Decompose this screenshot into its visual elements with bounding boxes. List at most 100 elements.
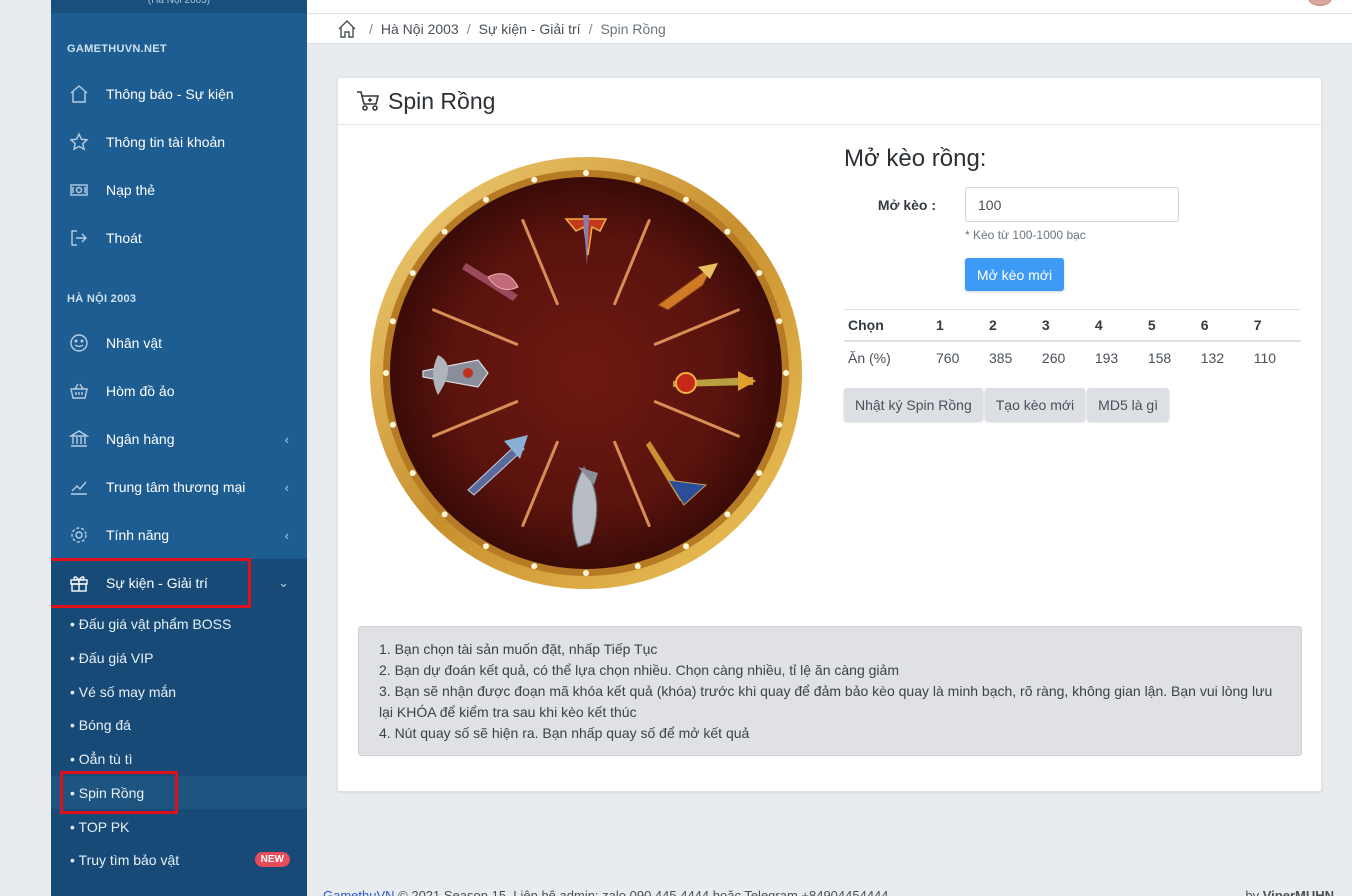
card-icon (68, 179, 90, 201)
rim-light (783, 370, 789, 376)
rim-light (389, 421, 396, 428)
rim-light (531, 176, 538, 183)
chart-icon (68, 476, 90, 498)
submenu-label: • Vé số may mắn (70, 683, 177, 700)
sidebar-item-label: Trung tâm thương mại (106, 479, 246, 495)
odds-header-cell: 4 (1090, 309, 1144, 342)
submenu-label: • Đấu giá VIP (70, 649, 154, 666)
rim-light (634, 563, 641, 570)
sidebar-item-events[interactable]: Sự kiện - Giải trí ⌄ (51, 559, 307, 607)
history-button[interactable]: Nhật ký Spin Rồng (844, 388, 983, 421)
rim-light (483, 196, 489, 203)
section-header-hanoi: HÀ NỘI 2003 (67, 293, 137, 305)
avatar[interactable] (1308, 0, 1332, 6)
submenu-item-vip-auction[interactable]: • Đấu giá VIP (51, 641, 307, 674)
rim-light (583, 170, 589, 176)
odds-header-cell: 5 (1143, 309, 1197, 342)
submenu-item-boss-auction[interactable]: • Đấu giá vật phẩm BOSS (51, 607, 307, 640)
sidebar-item-account[interactable]: Thông tin tài khoản (51, 118, 307, 166)
open-bet-button[interactable]: Mở kèo mới (965, 258, 1064, 291)
footer-by: by (1245, 888, 1263, 896)
footer-copyright: GamethuVN © 2021 Season 15. Liên hệ admi… (323, 888, 889, 896)
rim-light (776, 318, 783, 325)
rim-light (409, 470, 416, 476)
smile-icon (68, 332, 90, 354)
odds-table: Chọn 1 2 3 4 5 6 7 Ăn (%) 760 385 260 19… (844, 309, 1301, 374)
breadcrumb-link-events[interactable]: Sự kiện - Giải trí (479, 21, 581, 37)
submenu-item-lottery[interactable]: • Vé số may mắn (51, 675, 307, 708)
basket-icon (68, 380, 90, 402)
sidebar-item-label: Tính năng (106, 527, 170, 543)
breadcrumb-separator: / (369, 20, 373, 37)
footer-text: © 2021 Season 15. Liên hệ admin: zalo 09… (394, 888, 889, 896)
sidebar-item-label: Thông báo - Sự kiện (106, 86, 234, 102)
logout-icon (68, 227, 90, 249)
bet-amount-input[interactable] (965, 187, 1179, 222)
bank-icon (68, 428, 90, 450)
submenu-label: • Đấu giá vật phẩm BOSS (70, 615, 232, 632)
footer-author: ViperMUHN (1262, 888, 1334, 896)
submenu-item-spin-rong[interactable]: • Spin Rồng (51, 776, 307, 809)
submenu-label: • Truy tìm bảo vật (70, 851, 180, 868)
bet-panel: Mở kèo rồng: Mở kèo : * Kèo từ 100-1000 … (844, 145, 1302, 421)
chevron-left-icon: ‹ (284, 527, 289, 543)
submenu-label: • Bóng đá (70, 716, 131, 733)
events-submenu: • Đấu giá vật phẩm BOSS • Đấu giá VIP • … (51, 606, 307, 896)
rim-light (756, 270, 763, 276)
dragon-spin-wheel[interactable] (368, 155, 804, 591)
section-header-gamethuvn: GAMETHUVN.NET (67, 43, 167, 55)
rim-light (756, 470, 763, 476)
rim-light (724, 511, 731, 518)
sidebar-item-virtual-chest[interactable]: Hòm đồ ảo (51, 367, 307, 415)
sidebar-item-bank[interactable]: Ngân hàng ‹ (51, 415, 307, 463)
sidebar-item-logout[interactable]: Thoát (51, 214, 307, 262)
spin-rong-card: Spin Rồng Mở kèo rồng: Mở kèo: 100 * Kè… (337, 77, 1322, 792)
rim-light (683, 196, 689, 203)
rim-light (583, 570, 589, 576)
odds-cell: Ăn (%) (848, 350, 891, 366)
rim-light (389, 318, 396, 325)
breadcrumb-separator: / (466, 20, 471, 37)
submenu-item-football[interactable]: • Bóng đá (51, 708, 307, 741)
submenu-item-top-pk[interactable]: • TOP PK (51, 810, 307, 843)
instructions-box: 1. Bạn chọn tài sản muốn đặt, nhấp Tiếp … (358, 626, 1302, 756)
page-title: Spin Rồng (388, 87, 496, 114)
breadcrumb-separator: / (588, 20, 593, 37)
rim-light (409, 270, 416, 276)
breadcrumb-link-server[interactable]: Hà Nội 2003 (381, 21, 459, 37)
submenu-label: • Spin Rồng (70, 784, 145, 801)
home-icon (68, 83, 90, 105)
home-icon[interactable] (337, 19, 357, 39)
odds-cell: 132 (1200, 350, 1225, 366)
gift-icon (68, 572, 90, 594)
md5-info-button[interactable]: MD5 là gì (1087, 388, 1170, 421)
odds-cell: 193 (1094, 350, 1119, 366)
sidebar-item-features[interactable]: Tính năng ‹ (51, 511, 307, 559)
submenu-item-treasure-hunt[interactable]: • Truy tìm bảo vật NEW (51, 843, 307, 876)
footer-brand-link[interactable]: GamethuVN (323, 888, 395, 896)
sidebar-item-topup[interactable]: Nạp thẻ (51, 166, 307, 214)
action-button-group: Nhật ký Spin Rồng Tạo kèo mới MD5 là gì (844, 388, 1302, 421)
odds-header-row: Chọn 1 2 3 4 5 6 7 (844, 309, 1301, 342)
sidebar-item-trade-center[interactable]: Trung tâm thương mại ‹ (51, 463, 307, 511)
rim-light (683, 543, 689, 550)
instruction-line: 1. Bạn chọn tài sản muốn đặt, nhấp Tiếp … (379, 641, 658, 657)
sidebar-item-label: Nhân vật (106, 335, 163, 351)
bet-amount-row: Mở kèo : (844, 187, 1302, 222)
new-badge: NEW (254, 852, 290, 867)
card-header: Spin Rồng (338, 78, 1321, 125)
topbar (307, 0, 1352, 14)
submenu-item-rock-paper-scissors[interactable]: • Oẳn tù tì (51, 742, 307, 775)
rim-light (724, 228, 731, 235)
odds-cell: 260 (1041, 350, 1066, 366)
odds-payout-row: Ăn (%) 760 385 260 193 158 132 110 (844, 341, 1301, 374)
sidebar-item-characters[interactable]: Nhân vật (51, 319, 307, 367)
sidebar-item-announcements[interactable]: Thông báo - Sự kiện (51, 70, 307, 118)
submenu-label: • Oẳn tù tì (70, 750, 133, 767)
cart-icon (356, 90, 380, 112)
new-bet-button[interactable]: Tạo kèo mới (984, 388, 1086, 421)
sidebar: (Hà Nội 2003) GAMETHUVN.NET Thông báo - … (51, 0, 307, 896)
rim-light (383, 370, 389, 376)
rim-light (531, 563, 538, 570)
sidebar-item-label: Hòm đồ ảo (106, 383, 175, 399)
